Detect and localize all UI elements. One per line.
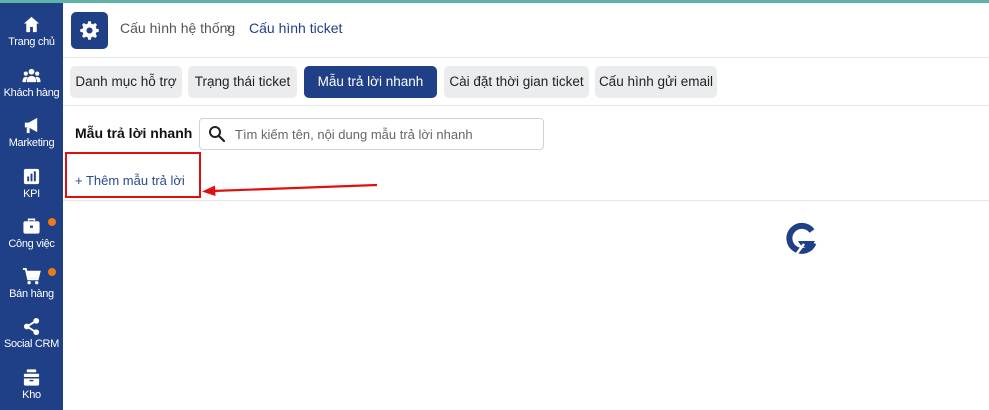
sidebar-item-sales[interactable]: Bán hàng	[0, 261, 63, 307]
share-icon	[23, 317, 40, 336]
gear-icon	[80, 21, 99, 40]
sidebar-item-tasks[interactable]: Công việc	[0, 211, 63, 257]
sidebar-item-label: Khách hàng	[3, 87, 60, 99]
search-input[interactable]	[235, 124, 535, 144]
sidebar-item-warehouse[interactable]: Kho	[0, 362, 63, 408]
sidebar-item-customers[interactable]: Khách hàng	[0, 60, 63, 106]
breadcrumb-system-config[interactable]: Cấu hình hệ thống	[120, 20, 235, 36]
annotation-highlight-box	[65, 152, 201, 198]
tab-support-categories[interactable]: Danh mục hỗ trợ	[70, 66, 182, 98]
notification-dot	[48, 218, 56, 226]
sidebar-item-label: Công việc	[8, 238, 55, 250]
sidebar-item-home[interactable]: Trang chủ	[0, 9, 63, 55]
sidebar-item-label: Kho	[22, 389, 41, 401]
cart-icon	[22, 267, 41, 285]
settings-button[interactable]	[71, 12, 108, 49]
warehouse-icon	[23, 369, 40, 386]
search-icon	[209, 126, 226, 143]
divider	[63, 200, 989, 201]
sidebar-item-label: Trang chủ	[8, 36, 55, 48]
tab-ticket-status[interactable]: Trạng thái ticket	[188, 66, 297, 98]
section-title: Mẫu trả lời nhanh	[75, 125, 193, 141]
annotation-arrow	[202, 183, 378, 196]
chart-icon	[23, 168, 40, 185]
sidebar-item-label: Bán hàng	[9, 288, 54, 300]
sidebar-item-label: Marketing	[8, 137, 55, 149]
notification-dot	[48, 268, 56, 276]
page-header: Cấu hình hệ thống › Cấu hình ticket	[63, 3, 989, 58]
sidebar-item-label: Social CRM	[3, 338, 60, 350]
breadcrumb-ticket-config: Cấu hình ticket	[249, 20, 343, 36]
briefcase-icon	[23, 218, 40, 234]
tab-quick-reply-templates[interactable]: Mẫu trả lời nhanh	[304, 66, 437, 98]
sidebar-item-label: KPI	[23, 188, 40, 200]
divider	[63, 105, 989, 106]
sidebar-item-social-crm[interactable]: Social CRM	[0, 311, 63, 357]
sidebar: Trang chủ Khách hàng Marketing KPI Công …	[0, 3, 63, 410]
home-icon	[23, 16, 40, 33]
sidebar-item-marketing[interactable]: Marketing	[0, 110, 63, 156]
tab-email-config[interactable]: Cấu hình gửi email	[595, 66, 717, 98]
sidebar-item-kpi[interactable]: KPI	[0, 161, 63, 207]
megaphone-icon	[24, 117, 38, 134]
tab-ticket-time-settings[interactable]: Cài đặt thời gian ticket	[444, 66, 589, 98]
chevron-right-icon: ›	[226, 19, 231, 36]
users-icon	[22, 68, 41, 83]
search-box	[199, 118, 544, 150]
brand-logo	[786, 222, 817, 257]
